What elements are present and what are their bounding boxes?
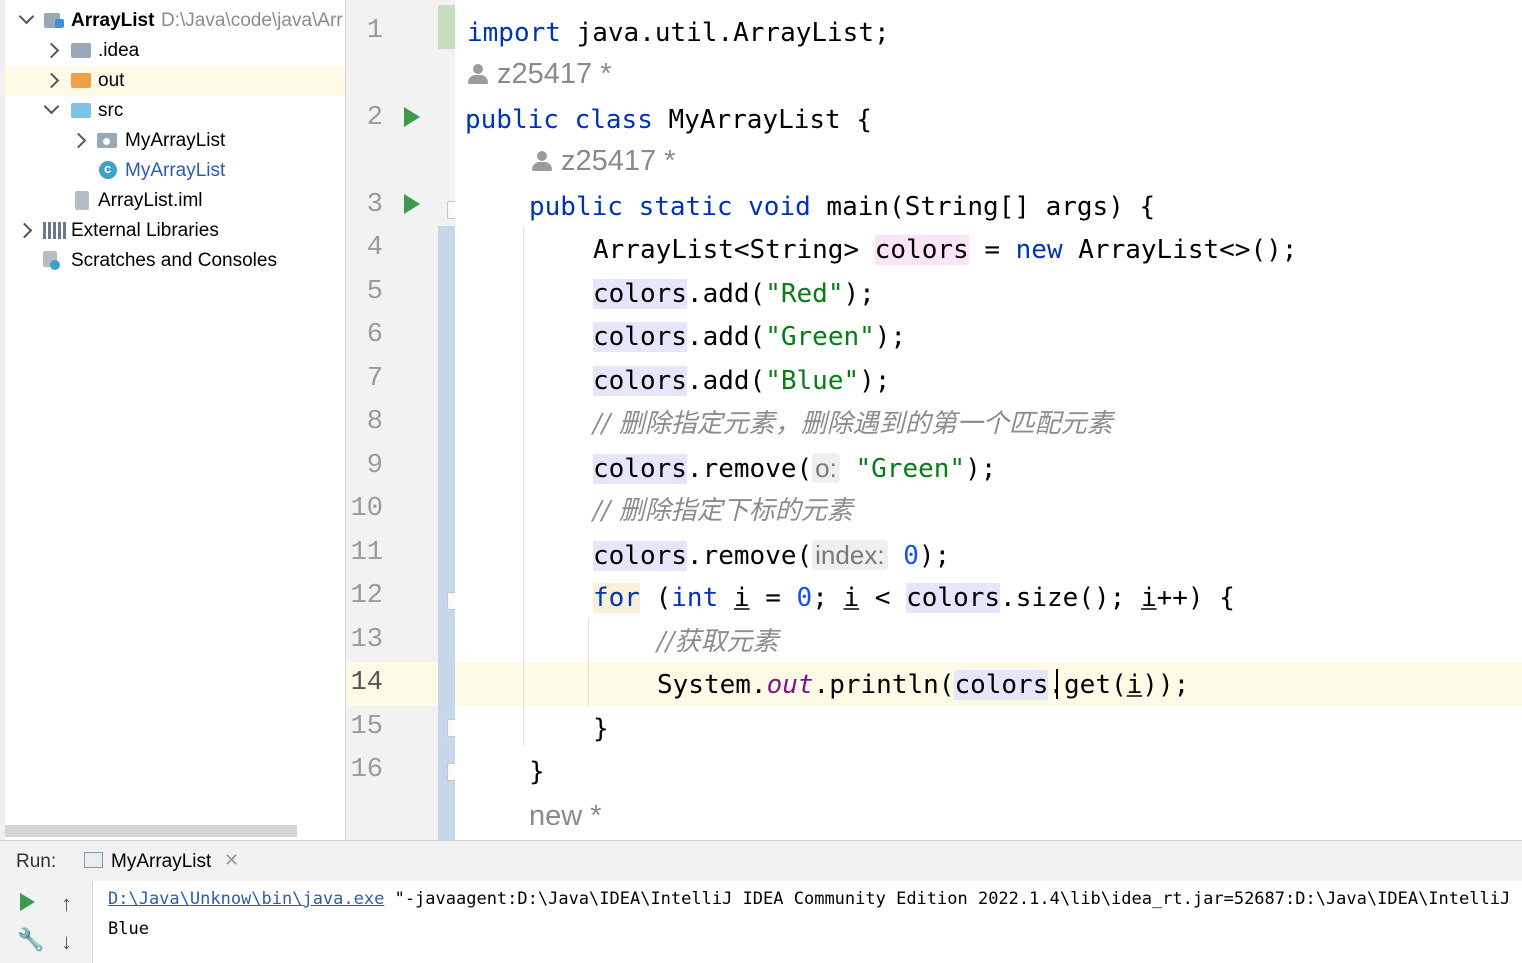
person-icon	[467, 63, 489, 85]
line-number-current: 14	[350, 668, 383, 698]
line-number: 13	[350, 625, 383, 655]
project-tree: ArrayList D:\Java\code\java\Arr .idea ou…	[0, 0, 346, 840]
line-number: 6	[366, 320, 383, 350]
line-number: 5	[366, 277, 383, 307]
author-inlay[interactable]: z25417 *	[531, 143, 676, 179]
tree-item-src[interactable]: src	[5, 96, 345, 126]
close-tab-icon[interactable]: ✕	[224, 850, 239, 871]
wrench-icon[interactable]: 🔧	[17, 927, 44, 953]
line-number: 8	[366, 407, 383, 437]
line-number: 12	[350, 581, 383, 611]
code-line-15: }	[593, 714, 609, 744]
tree-item-label: src	[98, 100, 124, 121]
author-inlay-new[interactable]: new *	[529, 798, 602, 834]
chevron-down-icon[interactable]	[18, 8, 35, 25]
arrow-down-icon[interactable]: ↓	[61, 929, 72, 955]
code-editor[interactable]: import java.util.ArrayList; z25417 * pub…	[455, 0, 1522, 840]
run-tab-myarraylist[interactable]: MyArrayList ✕	[82, 841, 242, 881]
indent-guide	[588, 618, 589, 706]
code-line-11: colors.remove(index: 0);	[593, 540, 951, 571]
vcs-added-marker[interactable]	[438, 226, 455, 840]
parameter-hint: index:	[812, 540, 888, 570]
chevron-right-icon[interactable]	[70, 132, 87, 149]
text-caret	[1056, 669, 1058, 699]
author-inlay[interactable]: z25417 *	[467, 56, 612, 92]
parameter-hint: o:	[812, 453, 840, 483]
run-class-icon[interactable]	[404, 107, 420, 127]
tree-item-label: out	[98, 70, 125, 91]
line-number: 4	[366, 233, 383, 263]
tree-item-external-libraries[interactable]: External Libraries	[5, 216, 345, 246]
tree-item-package[interactable]: MyArrayList	[5, 126, 345, 156]
rerun-icon[interactable]	[20, 893, 35, 911]
excluded-folder-icon	[71, 73, 91, 88]
code-line-14: System.out.println(colors.get(i));	[657, 670, 1190, 700]
scratch-badge-icon	[50, 260, 60, 270]
tree-item-out[interactable]: out	[5, 66, 345, 96]
library-icon	[43, 222, 46, 239]
code-line-12: for (int i = 0; i < colors.size(); i++) …	[593, 583, 1235, 613]
tree-item-scratches[interactable]: Scratches and Consoles	[5, 246, 345, 276]
tree-root-path: D:\Java\code\java\Arr	[161, 10, 343, 31]
code-line-7: colors.add("Blue");	[593, 366, 891, 396]
vcs-change-gutter	[438, 0, 455, 840]
line-number: 2	[366, 103, 383, 133]
run-toolbar: ↑ 🔧 ↓	[0, 881, 93, 963]
code-line-10-comment: // 删除指定下标的元素	[593, 496, 853, 526]
tree-item-label: Scratches and Consoles	[71, 250, 277, 271]
code-line-6: colors.add("Green");	[593, 322, 907, 352]
tree-root-name: ArrayList	[71, 10, 155, 31]
tree-item-label: ArrayList.iml	[98, 190, 203, 211]
java-exe-link[interactable]: D:\Java\Unknow\bin\java.exe	[108, 889, 384, 909]
tree-item-class[interactable]: c MyArrayList	[5, 156, 345, 186]
line-number: 3	[366, 190, 383, 220]
code-line-13-comment: //获取元素	[657, 627, 779, 657]
run-console[interactable]: D:\Java\Unknow\bin\java.exe "-javaagent:…	[0, 881, 1522, 963]
line-number: 7	[366, 364, 383, 394]
code-line-16: }	[529, 757, 545, 787]
console-icon	[84, 852, 103, 868]
vcs-modified-marker[interactable]	[438, 5, 455, 49]
module-badge-icon	[55, 19, 64, 28]
line-number: 11	[350, 538, 383, 568]
code-line-1: import java.util.ArrayList;	[467, 18, 890, 48]
folder-icon	[71, 43, 91, 58]
run-label: Run:	[16, 851, 57, 872]
chevron-down-icon[interactable]	[43, 98, 60, 115]
run-main-icon[interactable]	[404, 194, 420, 214]
person-icon	[531, 150, 553, 172]
code-line-9: colors.remove(o: "Green");	[593, 453, 997, 484]
chevron-right-icon[interactable]	[16, 222, 33, 239]
iml-file-icon	[75, 191, 89, 210]
indent-guide	[523, 226, 524, 746]
tree-root-arraylist[interactable]: ArrayList D:\Java\code\java\Arr	[5, 6, 345, 36]
chevron-right-icon[interactable]	[43, 42, 60, 59]
line-number: 16	[350, 755, 383, 785]
console-output-line: Blue	[108, 919, 149, 939]
package-dot-icon	[103, 138, 110, 145]
tree-horizontal-scrollbar[interactable]	[5, 825, 297, 837]
tree-item-label: External Libraries	[71, 220, 219, 241]
arrow-up-icon[interactable]: ↑	[61, 891, 72, 917]
tree-item-label: .idea	[98, 40, 140, 61]
line-number: 15	[350, 712, 383, 742]
chevron-right-icon[interactable]	[43, 72, 60, 89]
code-line-5: colors.add("Red");	[593, 279, 875, 309]
code-line-4: ArrayList<String> colors = new ArrayList…	[593, 235, 1298, 265]
code-line-8-comment: // 删除指定元素，删除遇到的第一个匹配元素	[593, 409, 1113, 439]
run-panel-header: Run: MyArrayList ✕	[0, 840, 1522, 881]
tree-item-idea[interactable]: .idea	[5, 36, 345, 66]
tree-item-iml[interactable]: ArrayList.iml	[5, 186, 345, 216]
code-line-2: public class MyArrayList {	[465, 105, 873, 135]
line-number: 9	[366, 451, 383, 481]
run-tab-label: MyArrayList	[111, 851, 212, 872]
tree-item-label: MyArrayList	[125, 130, 226, 151]
line-number: 10	[350, 494, 383, 524]
tree-item-label: MyArrayList	[125, 160, 226, 181]
code-line-3: public static void main(String[] args) {	[529, 192, 1156, 222]
line-number: 1	[366, 16, 383, 46]
java-class-icon-letter: c	[104, 161, 112, 176]
console-command-line: D:\Java\Unknow\bin\java.exe "-javaagent:…	[108, 889, 1522, 909]
source-folder-icon	[71, 103, 91, 118]
